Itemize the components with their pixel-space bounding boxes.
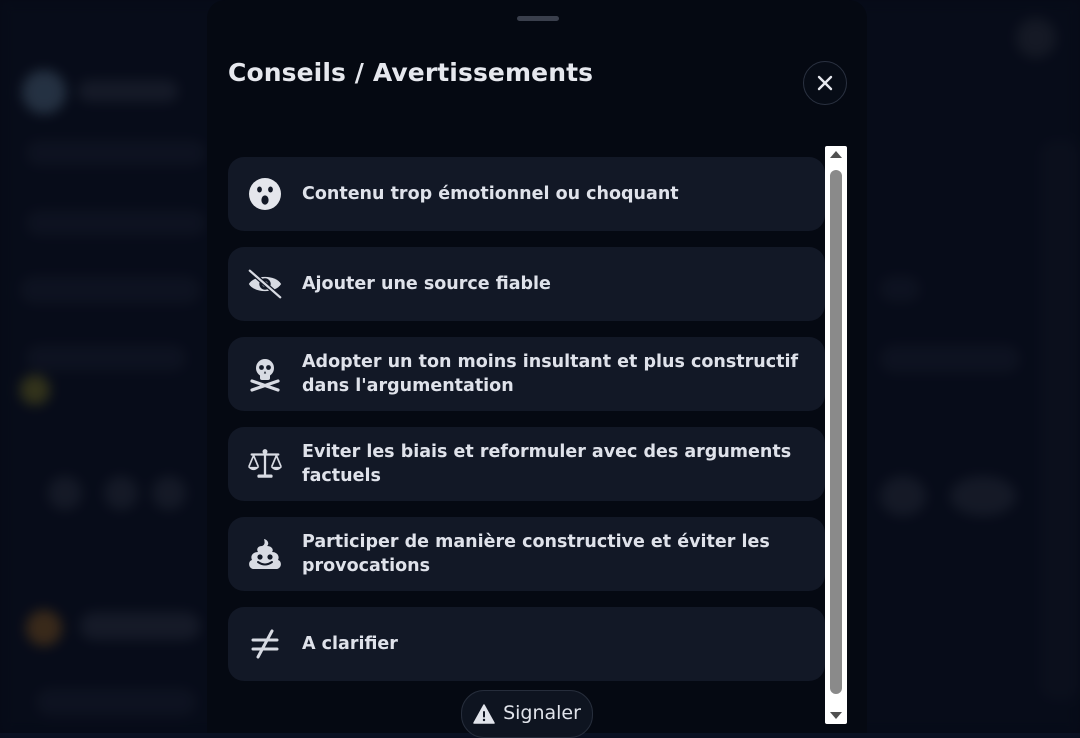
- advice-item-insulting[interactable]: Adopter un ton moins insultant et plus c…: [228, 337, 825, 411]
- advice-label: A clarifier: [302, 634, 398, 654]
- scale-balance-icon: [246, 445, 284, 483]
- advice-label: Eviter les biais et reformuler avec des …: [302, 442, 792, 486]
- close-button[interactable]: [803, 61, 847, 105]
- advice-label: Participer de manière constructive et év…: [302, 532, 770, 576]
- advice-label: Adopter un ton moins insultant et plus c…: [302, 352, 799, 396]
- scroll-thumb[interactable]: [830, 170, 842, 694]
- scrollbar[interactable]: [825, 146, 847, 724]
- advice-item-bias[interactable]: Eviter les biais et reformuler avec des …: [228, 427, 825, 501]
- modal-title: Conseils / Avertissements: [228, 58, 594, 87]
- advice-item-emotional[interactable]: Contenu trop émotionnel ou choquant: [228, 157, 825, 231]
- poop-icon: [246, 535, 284, 573]
- advice-item-source[interactable]: Ajouter une source fiable: [228, 247, 825, 321]
- scroll-up-arrow-icon[interactable]: [830, 151, 842, 158]
- skull-crossbones-icon: [246, 355, 284, 393]
- advice-item-provocation[interactable]: Participer de manière constructive et év…: [228, 517, 825, 591]
- advice-label: Contenu trop émotionnel ou choquant: [302, 184, 679, 204]
- eye-slash-icon: [246, 265, 284, 303]
- shocked-face-icon: [246, 175, 284, 213]
- not-equal-icon: [246, 625, 284, 663]
- advice-label: Ajouter une source fiable: [302, 274, 551, 294]
- scroll-down-arrow-icon[interactable]: [830, 712, 842, 719]
- close-icon: [817, 75, 833, 91]
- advice-modal: Conseils / Avertissements Contenu trop é…: [207, 0, 867, 738]
- drag-handle[interactable]: [517, 16, 559, 21]
- warning-icon: [473, 704, 495, 724]
- report-label: Signaler: [503, 702, 581, 724]
- advice-item-clarify[interactable]: A clarifier: [228, 607, 825, 681]
- report-button[interactable]: Signaler: [461, 690, 593, 738]
